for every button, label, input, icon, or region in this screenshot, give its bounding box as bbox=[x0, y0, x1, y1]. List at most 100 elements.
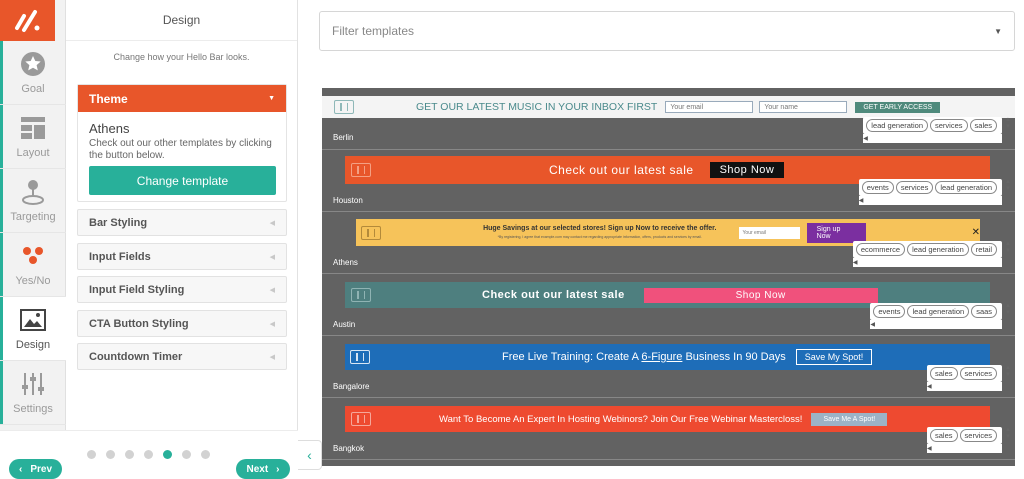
tag: services bbox=[895, 181, 934, 194]
tag: retail bbox=[970, 243, 998, 256]
spinner-arrows-icon[interactable]: ▲ ▼ bbox=[1005, 427, 1011, 441]
section-label: CTA Button Styling bbox=[89, 317, 189, 330]
step-dot[interactable] bbox=[106, 450, 115, 459]
rail-item-yes-no[interactable]: Yes/No bbox=[0, 233, 66, 297]
panel-title: Design bbox=[66, 0, 297, 41]
tag: events bbox=[873, 305, 906, 318]
tag: sales bbox=[930, 367, 958, 380]
tag-scrollbar[interactable]: ◀ bbox=[858, 196, 1003, 205]
rail-item-targeting[interactable]: Targeting bbox=[0, 169, 66, 233]
template-row-athens[interactable]: Huge Savings at our selected stores! Sig… bbox=[322, 212, 1015, 274]
tag-list: ecommerce lead generation retail ◀ ▲ ▼ bbox=[852, 241, 1011, 267]
users-icon bbox=[20, 243, 46, 269]
hellobar-logo[interactable] bbox=[0, 0, 55, 41]
tag: sales bbox=[930, 429, 958, 442]
spinner-arrows-icon[interactable]: ▲ ▼ bbox=[1005, 179, 1011, 193]
hellobar-icon bbox=[350, 350, 370, 364]
step-dot[interactable] bbox=[125, 450, 134, 459]
step-dot[interactable] bbox=[182, 450, 191, 459]
hellobar-icon bbox=[351, 163, 371, 177]
tag-scrollbar[interactable]: ◀ bbox=[870, 320, 1003, 329]
section-bar-styling[interactable]: Bar Styling ◀ bbox=[77, 209, 287, 236]
bar-preview: Free Live Training: Create A 6-Figure Bu… bbox=[345, 344, 990, 370]
tag-scrollbar[interactable]: ◀ bbox=[927, 382, 1003, 391]
cta-preview: Save My Spot! bbox=[795, 349, 873, 365]
template-row-bangkok[interactable]: Want To Become An Expert In Hosting Webi… bbox=[322, 398, 1015, 460]
template-name: Houston bbox=[333, 196, 363, 205]
bar-text: Check out our latest sale bbox=[482, 289, 625, 301]
design-panel: Design Change how your Hello Bar looks. … bbox=[66, 0, 298, 478]
filter-placeholder: Filter templates bbox=[332, 24, 415, 38]
tag: lead generation bbox=[907, 243, 969, 256]
rail-item-goal[interactable]: Goal bbox=[0, 41, 66, 105]
tag: events bbox=[861, 181, 894, 194]
section-cta-button-styling[interactable]: CTA Button Styling ◀ bbox=[77, 310, 287, 337]
bar-text: Free Live Training: Create A 6-Figure Bu… bbox=[502, 351, 786, 363]
email-input-preview: Your email bbox=[738, 226, 800, 239]
bar-preview: Want To Become An Expert In Hosting Webi… bbox=[345, 406, 990, 432]
hellobar-icon bbox=[361, 225, 381, 240]
tag-scrollbar[interactable]: ◀ bbox=[927, 444, 1003, 453]
spinner-arrows-icon[interactable]: ▲ ▼ bbox=[1005, 241, 1011, 255]
theme-section: Theme ▼ Athens Check out our other templ… bbox=[77, 84, 287, 202]
section-input-fields[interactable]: Input Fields ◀ bbox=[77, 243, 287, 270]
next-button[interactable]: Next › bbox=[236, 459, 290, 479]
step-dots bbox=[87, 450, 210, 459]
tag-scrollbar[interactable]: ◀ bbox=[863, 134, 1003, 143]
spinner-arrows-icon[interactable]: ▲ ▼ bbox=[1005, 365, 1011, 379]
tag-list: sales services ◀ ▲ ▼ bbox=[927, 427, 1011, 453]
change-template-button[interactable]: Change template bbox=[89, 166, 276, 195]
section-label: Bar Styling bbox=[89, 216, 148, 229]
theme-name: Athens bbox=[89, 121, 130, 136]
joystick-icon bbox=[21, 179, 45, 205]
section-input-field-styling[interactable]: Input Field Styling ◀ bbox=[77, 276, 287, 303]
template-name: Bangalore bbox=[333, 382, 370, 391]
template-name: Bangkok bbox=[333, 444, 365, 453]
rail-label: Targeting bbox=[10, 210, 56, 223]
step-dot[interactable] bbox=[144, 450, 153, 459]
nav-rail: Goal Layout Targeting Yes/No Design Sett… bbox=[0, 0, 66, 478]
template-row-austin[interactable]: Check out our latest sale Shop Now Austi… bbox=[322, 274, 1015, 336]
template-row-berlin[interactable]: GET OUR LATEST MUSIC IN YOUR INBOX FIRST… bbox=[322, 88, 1015, 150]
chevron-left-icon: ‹ bbox=[18, 463, 23, 475]
section-label: Input Fields bbox=[89, 250, 151, 263]
step-dot-active[interactable] bbox=[163, 450, 172, 459]
hellobar-logo-icon bbox=[14, 9, 39, 32]
collapse-panel-button[interactable]: ‹ bbox=[298, 440, 322, 470]
hellobar-icon bbox=[351, 288, 371, 302]
template-list: GET OUR LATEST MUSIC IN YOUR INBOX FIRST… bbox=[322, 88, 1015, 466]
bar-text: Want To Become An Expert In Hosting Webi… bbox=[439, 413, 803, 425]
step-dot[interactable] bbox=[87, 450, 96, 459]
tag: lead generation bbox=[935, 181, 998, 194]
tag-list: lead generation services sales ◀ ▲ ▼ bbox=[863, 117, 1011, 143]
rail-item-layout[interactable]: Layout bbox=[0, 105, 66, 169]
prev-button[interactable]: ‹ Prev bbox=[9, 459, 62, 479]
rail-label: Layout bbox=[16, 146, 50, 159]
rail-item-settings[interactable]: Settings bbox=[0, 361, 66, 425]
theme-header-label: Theme bbox=[89, 91, 128, 106]
step-dot[interactable] bbox=[201, 450, 210, 459]
tag-scrollbar[interactable]: ◀ bbox=[852, 258, 1003, 267]
cta-preview: Sign up Now bbox=[806, 222, 866, 243]
bar-fineprint: *By registering, I agree that example.co… bbox=[497, 234, 702, 239]
template-name: Berlin bbox=[333, 133, 354, 142]
spinner-arrows-icon[interactable]: ▲ ▼ bbox=[1005, 303, 1011, 317]
bar-preview: GET OUR LATEST MUSIC IN YOUR INBOX FIRST… bbox=[322, 96, 1015, 118]
theme-header[interactable]: Theme ▼ bbox=[78, 85, 286, 112]
template-row-bangalore[interactable]: Free Live Training: Create A 6-Figure Bu… bbox=[322, 336, 1015, 398]
tag: saas bbox=[971, 305, 998, 318]
layout-grid-icon bbox=[20, 115, 46, 141]
tag: lead generation bbox=[907, 305, 970, 318]
rail-item-design[interactable]: Design bbox=[0, 297, 66, 361]
tag: ecommerce bbox=[855, 243, 906, 256]
spinner-arrows-icon[interactable]: ▲ ▼ bbox=[1005, 117, 1011, 131]
tag-list: events services lead generation ◀ ▲ ▼ bbox=[858, 179, 1011, 205]
hellobar-icon bbox=[334, 100, 354, 114]
section-countdown-timer[interactable]: Countdown Timer ◀ bbox=[77, 343, 287, 370]
template-row-houston[interactable]: Check out our latest sale Shop Now Houst… bbox=[322, 150, 1015, 212]
sliders-icon bbox=[21, 371, 45, 397]
image-icon bbox=[20, 307, 46, 333]
filter-templates-select[interactable]: Filter templates ▼ bbox=[319, 11, 1015, 51]
caret-left-icon: ◀ bbox=[269, 286, 275, 294]
rail-label: Design bbox=[15, 338, 51, 351]
